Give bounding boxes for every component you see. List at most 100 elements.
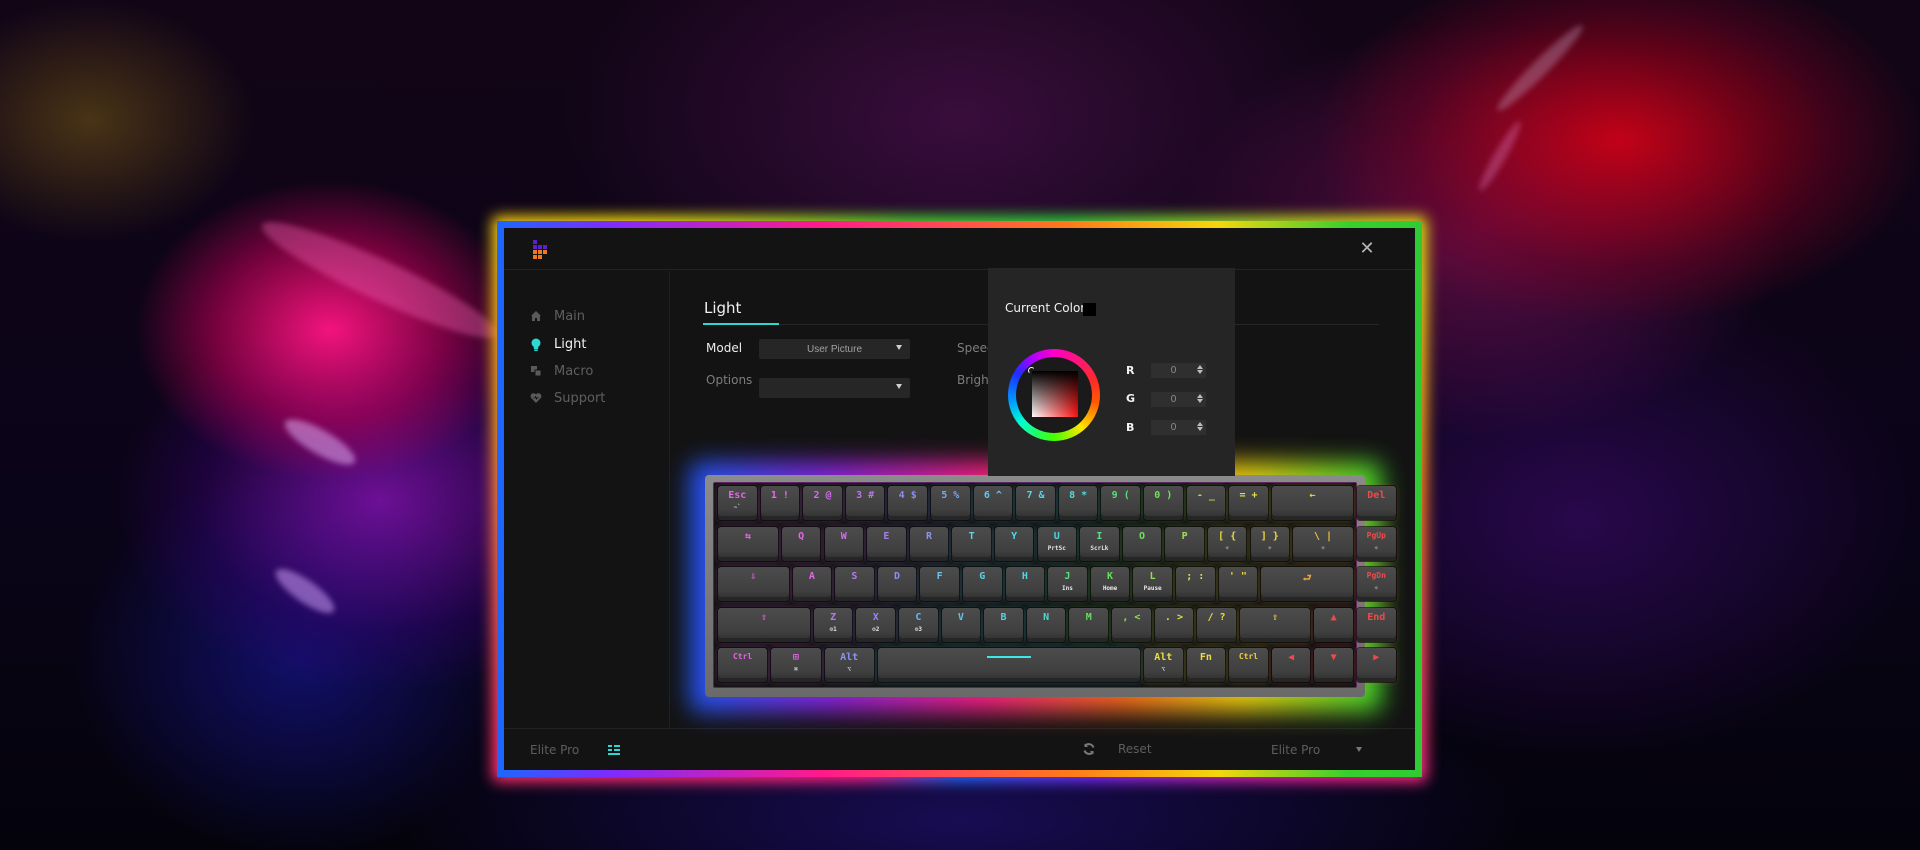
spin-up-icon [1196, 422, 1203, 426]
key[interactable]: 5 % [931, 486, 970, 520]
key[interactable]: , < [1112, 607, 1151, 642]
key[interactable]: Y [994, 526, 1034, 561]
key[interactable]: 3 # [845, 486, 885, 520]
home-icon [530, 310, 542, 322]
key-sublegend: PrtSc [1047, 544, 1066, 552]
key[interactable]: ' " [1218, 567, 1258, 601]
sidebar-item-support[interactable]: Support [530, 388, 605, 408]
key[interactable]: D [877, 567, 917, 601]
key[interactable]: ⇩ [718, 567, 789, 601]
key[interactable]: X ⚙2 [856, 607, 896, 642]
key[interactable]: N [1026, 607, 1066, 642]
key-legend: 4 $ [898, 490, 917, 501]
red-value: 0 [1170, 365, 1177, 376]
saturation-value-square[interactable] [1032, 371, 1078, 417]
blue-spinner[interactable] [1196, 421, 1203, 434]
model-select[interactable]: User Picture [759, 339, 910, 359]
key-legend: R [925, 530, 932, 542]
key[interactable]: ⊞ ⌘ [771, 648, 821, 682]
key[interactable]: Ctrl [1229, 648, 1268, 682]
key[interactable]: \ | ☼ [1293, 526, 1353, 561]
hue-ring[interactable] [1008, 349, 1100, 441]
blue-input[interactable]: 0 [1151, 420, 1206, 435]
key[interactable]: [ {☼ [1207, 526, 1247, 561]
key[interactable]: - _ [1186, 486, 1226, 520]
key[interactable]: 9 ( [1101, 486, 1140, 520]
key[interactable]: . > [1154, 607, 1194, 642]
sidebar: Main Light Macro Support [504, 271, 670, 728]
profile-select[interactable]: Elite Pro [1267, 740, 1362, 760]
key[interactable]: 8 * [1058, 486, 1098, 520]
key[interactable]: 4 $ [888, 486, 927, 520]
key[interactable]: 1 ! [760, 486, 800, 520]
key[interactable]: ▼ [1314, 648, 1353, 682]
key[interactable]: PgDn ☼ [1357, 567, 1396, 601]
key[interactable]: PgUp ☼ [1357, 526, 1396, 561]
key[interactable]: R [909, 526, 949, 561]
key[interactable]: ◀ [1271, 648, 1311, 682]
key[interactable]: 0 ) [1144, 486, 1183, 520]
chevron-down-icon [896, 384, 902, 389]
close-button[interactable]: ✕ [1357, 238, 1377, 258]
key-legend: C [915, 611, 922, 623]
tab-light[interactable]: Light [704, 299, 741, 317]
key[interactable]: Z ⚙1 [813, 607, 853, 642]
key[interactable]: ⇆ [718, 526, 778, 561]
key[interactable]: G [962, 567, 1002, 601]
key-sublegend: ⌥ [1161, 666, 1166, 673]
key[interactable]: Q [781, 526, 821, 561]
key[interactable]: Fn [1186, 648, 1226, 682]
key[interactable]: Ctrl [718, 648, 768, 682]
key[interactable]: B [984, 607, 1023, 642]
sidebar-item-main[interactable]: Main [530, 306, 585, 326]
key[interactable]: ; : [1175, 567, 1215, 601]
sidebar-item-macro[interactable]: Macro [530, 361, 593, 381]
key[interactable]: E [867, 526, 906, 561]
key[interactable]: ⮐ [1261, 567, 1353, 601]
key[interactable]: S [835, 567, 874, 601]
color-cursor[interactable] [1028, 367, 1035, 374]
key[interactable]: K Home [1090, 567, 1130, 601]
key[interactable]: = + [1229, 486, 1268, 520]
key[interactable]: H [1005, 567, 1045, 601]
key[interactable]: ] } ☼ [1250, 526, 1290, 561]
key[interactable]: J Ins [1048, 567, 1087, 601]
key[interactable]: V [941, 607, 981, 642]
key[interactable] [877, 648, 1140, 682]
key[interactable]: M [1069, 607, 1109, 642]
key[interactable]: U PrtSc [1037, 526, 1077, 561]
key[interactable]: T [952, 526, 991, 561]
key[interactable]: Esc ~` [718, 486, 757, 520]
key[interactable]: ← [1271, 486, 1353, 520]
key[interactable]: 7 & [1016, 486, 1055, 520]
key[interactable]: Alt ⌥ [1144, 648, 1183, 682]
key[interactable]: C ⚙3 [899, 607, 938, 642]
device-list-button[interactable] [608, 743, 620, 755]
key[interactable]: / ? [1197, 607, 1236, 642]
red-spinner[interactable] [1196, 364, 1203, 377]
key-sublegend: Pause [1143, 585, 1162, 592]
options-select[interactable] [759, 378, 910, 398]
reset-button[interactable]: Reset [1082, 742, 1152, 756]
key[interactable]: ⇧ [718, 607, 810, 642]
key[interactable]: 6 ^ [973, 486, 1013, 520]
green-spinner[interactable] [1196, 393, 1203, 406]
key[interactable]: Del [1357, 486, 1396, 520]
key[interactable]: F [920, 567, 959, 601]
sidebar-item-light[interactable]: Light [530, 334, 586, 354]
key[interactable]: ⇧ [1239, 607, 1311, 642]
key[interactable]: ▲ [1314, 607, 1353, 642]
key[interactable]: Alt ⌥ [824, 648, 874, 682]
key[interactable]: W [824, 526, 864, 561]
key[interactable]: ▶ [1357, 648, 1396, 682]
red-input[interactable]: 0 [1151, 363, 1206, 378]
key-legend: / ? [1207, 611, 1226, 623]
key[interactable]: End [1357, 607, 1396, 642]
key[interactable]: P [1165, 526, 1204, 561]
key[interactable]: O [1122, 526, 1162, 561]
key[interactable]: A [792, 567, 832, 601]
key[interactable]: 2 @ [803, 486, 842, 520]
green-input[interactable]: 0 [1151, 392, 1206, 407]
key[interactable]: L Pause [1133, 567, 1172, 601]
key[interactable]: I ScrLk [1080, 526, 1119, 561]
